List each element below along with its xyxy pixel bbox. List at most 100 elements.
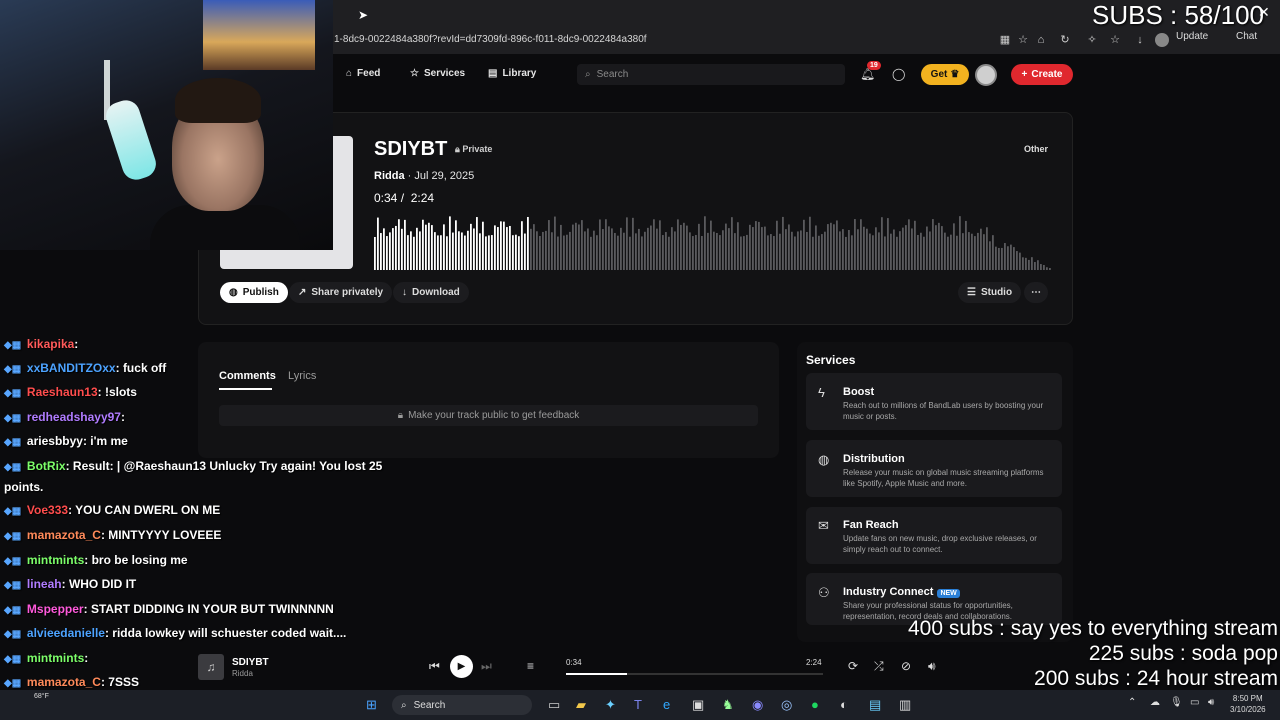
network-icon[interactable]: ▭ [1190, 697, 1199, 708]
shuffle-icon[interactable]: ⤮ [874, 659, 884, 674]
waveform-bar [455, 220, 457, 270]
chat-username: mamazota_C [26, 675, 101, 689]
spotify-icon[interactable]: ● [811, 697, 819, 712]
lock-icon[interactable]: ⌂ [1034, 33, 1048, 47]
tab-lyrics[interactable]: Lyrics [288, 370, 316, 382]
waveform-bar [446, 236, 448, 270]
nav-feed[interactable]: ⌂ Feed [346, 68, 380, 79]
play-button[interactable]: ▶ [450, 655, 473, 678]
copilot-icon[interactable]: ✦ [605, 697, 616, 713]
sub-goal: 400 subs : say yes to everything stream [907, 617, 1278, 640]
copilot-chat-button[interactable]: Chat [1236, 31, 1257, 42]
chat-text: : YOU CAN DWERL ON ME [68, 503, 221, 517]
notification-badge: 19 [867, 61, 881, 70]
chrome-icon[interactable]: ◐ [840, 697, 848, 712]
steam-icon[interactable]: ◎ [781, 697, 792, 713]
progress-fill [566, 673, 627, 675]
app-icon[interactable]: ♞ [722, 697, 734, 713]
address-bar[interactable]: 1-8dc9-0022484a380f?revId=dd7309fd-896c-… [334, 34, 647, 45]
windows-start-icon[interactable]: ⊞ [366, 697, 377, 713]
waveform-bar [689, 232, 691, 270]
waveform-bar [800, 230, 802, 270]
chat-text: : MINTYYYY LOVEEE [100, 528, 222, 542]
tray-chevron-icon[interactable]: ⌃ [1128, 697, 1136, 708]
player-title[interactable]: SDIYBT [232, 657, 269, 668]
waveform-bar [419, 231, 421, 270]
download-button[interactable]: ↓ Download [393, 282, 469, 303]
speaker-icon[interactable]: 🔊︎ [1208, 697, 1214, 708]
edge-icon[interactable]: e [663, 697, 670, 712]
clock[interactable]: 8:50 PM 3/10/2026 [1230, 693, 1266, 715]
waveform-bar [866, 228, 868, 270]
chat-badge-icon: ◆▦ [4, 388, 24, 399]
create-button[interactable]: + Create [1011, 64, 1073, 85]
profile-icon[interactable] [1155, 33, 1169, 47]
queue-icon[interactable]: ≡ [527, 659, 534, 673]
search-input[interactable]: ⌕ Search [577, 64, 845, 85]
share-privately-button[interactable]: ↗ Share privately [289, 282, 393, 303]
avatar[interactable] [975, 64, 997, 86]
reader-icon[interactable]: ▦ [998, 33, 1012, 47]
download-icon[interactable]: ↓ [1133, 33, 1147, 47]
get-membership-button[interactable]: Get ♛ [921, 64, 969, 85]
next-icon[interactable]: ⏭︎ [481, 659, 492, 674]
chat-message: ◆▦ kikapika: [4, 337, 78, 351]
waveform-bar [974, 236, 976, 270]
waveform-bar [827, 224, 829, 270]
teams-icon[interactable]: T [634, 697, 642, 712]
waveform[interactable] [374, 208, 1052, 270]
epic-games-icon[interactable]: ▥ [899, 697, 911, 713]
waveform-bar [494, 225, 496, 270]
favorites-icon[interactable]: ☆ [1108, 33, 1122, 47]
update-button[interactable]: Update [1176, 31, 1208, 42]
chat-message: ◆▦ xxBANDITZOxx: fuck off [4, 361, 166, 375]
waveform-bar [833, 224, 835, 270]
waveform-bar [851, 235, 853, 270]
studio-button[interactable]: ☰ Studio [958, 282, 1022, 303]
task-view-icon[interactable]: ▭ [548, 697, 560, 713]
nav-services[interactable]: ☆ Services [410, 68, 465, 79]
nav-library[interactable]: ▤ Library [488, 68, 536, 79]
waveform-bar [1007, 246, 1009, 270]
player-artist[interactable]: Ridda [232, 669, 253, 678]
comments-panel [198, 342, 779, 458]
track-time: 0:34 / 2:24 [374, 191, 435, 205]
onedrive-icon[interactable]: ☁ [1150, 697, 1160, 708]
tab-comments[interactable]: Comments [219, 370, 276, 382]
app-icon-2[interactable]: ▤ [869, 697, 881, 713]
search-placeholder: Search [596, 69, 629, 80]
close-icon[interactable]: ✕ [1258, 4, 1270, 21]
chat-badge-icon: ◆▦ [4, 556, 24, 567]
waveform-bar [914, 220, 916, 270]
waveform-bar [608, 226, 610, 270]
previous-icon[interactable]: ⏮︎ [429, 659, 440, 674]
waveform-bar [962, 233, 964, 270]
volume-icon[interactable]: 🔊︎ [928, 659, 936, 674]
store-icon[interactable]: ▣ [692, 697, 704, 713]
waveform-bar [872, 235, 874, 270]
waveform-bar [797, 231, 799, 270]
waveform-bar [467, 230, 469, 270]
waveform-bar [596, 235, 598, 270]
repeat-icon[interactable]: ⟳ [848, 659, 858, 673]
refresh-icon[interactable]: ↻ [1058, 33, 1072, 47]
mute-icon[interactable]: ⊘ [901, 659, 911, 673]
weather-widget[interactable]: 68°F [34, 693, 49, 700]
publish-button[interactable]: ◍ Publish [220, 282, 288, 303]
chat-badge-icon: ◆▦ [4, 437, 24, 448]
extensions-icon[interactable]: ✧ [1085, 33, 1099, 47]
waveform-bar [551, 232, 553, 270]
waveform-bar [614, 232, 616, 270]
waveform-bar [848, 229, 850, 270]
waveform-bar [968, 232, 970, 270]
messages-icon[interactable]: ◯ [892, 67, 905, 81]
taskbar-search[interactable]: ⌕ Search [392, 695, 532, 715]
track-artist[interactable]: Ridda [374, 170, 405, 182]
favorite-star-icon[interactable]: ☆ [1016, 33, 1030, 47]
waveform-bar [986, 227, 988, 270]
file-explorer-icon[interactable]: ▰ [576, 697, 586, 713]
mic-icon[interactable]: 🎙︎ [1170, 697, 1183, 708]
more-options-button[interactable]: ⋯ [1024, 282, 1048, 303]
waveform-bar [626, 217, 628, 270]
discord-icon[interactable]: ◉ [752, 697, 763, 713]
